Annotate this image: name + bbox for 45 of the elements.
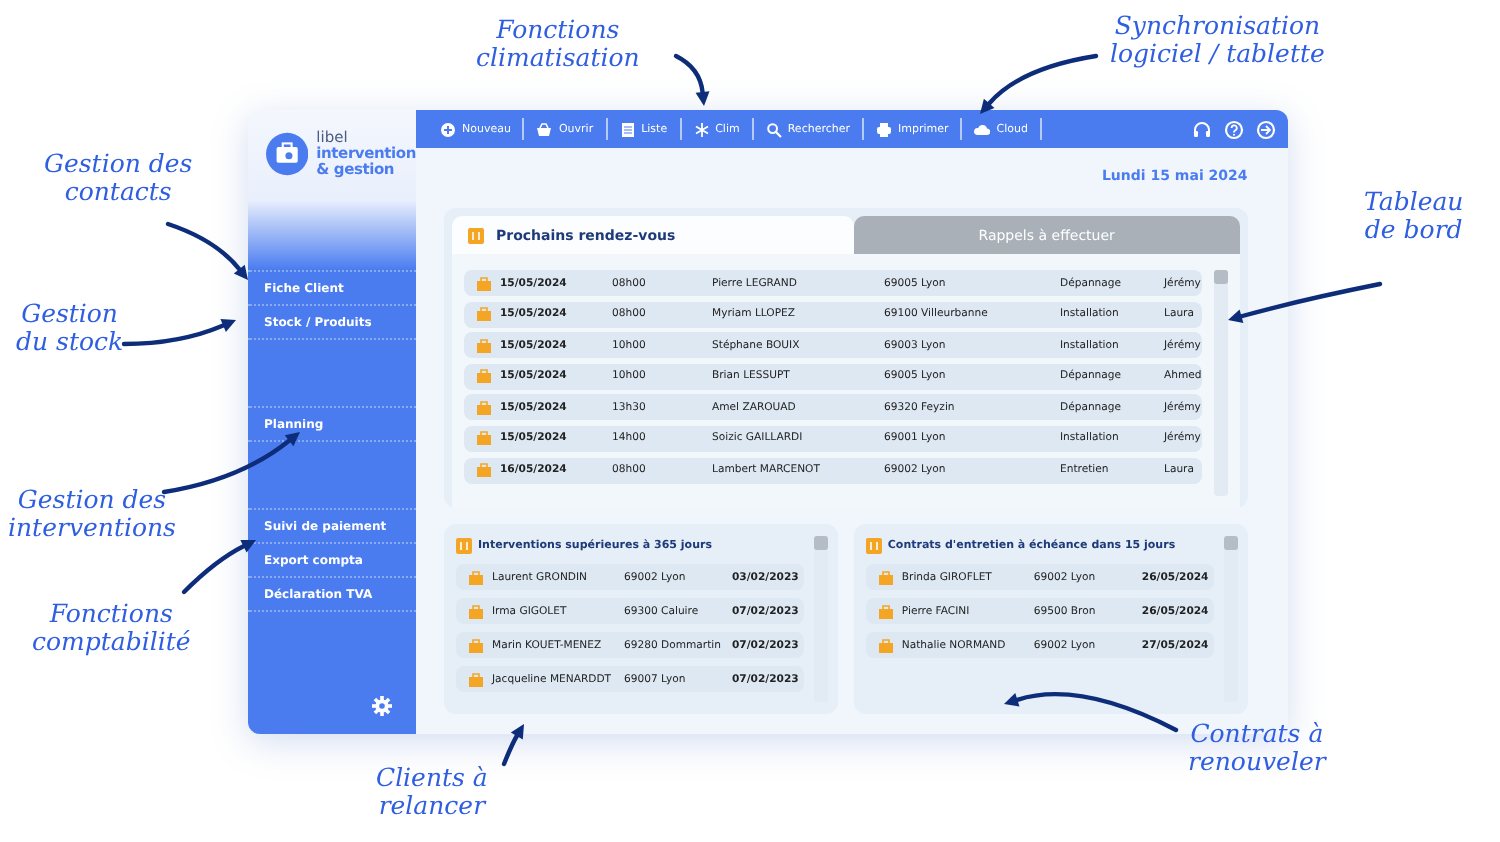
briefcase-icon [476,306,492,323]
annotation-text: Tableau de bord [1364,188,1464,244]
headset-icon [1191,119,1212,139]
annotation-text: Fonctions climatisation [476,16,640,72]
cloud-icon [974,121,991,137]
briefcase-icon [476,430,492,447]
arrow [161,432,300,495]
scrollbar[interactable] [813,536,828,702]
briefcase-icon [476,368,492,385]
briefcase-icon [468,671,484,687]
annotation-text: Contrats à renouveler [1188,720,1326,776]
briefcase-icon [468,637,484,653]
arrow [501,724,524,767]
search-icon [765,121,782,137]
briefcase-icon [476,275,492,291]
briefcase-icon [468,603,484,619]
basket-icon [536,121,553,137]
briefcase-icon [877,569,894,585]
briefcase-icon [476,462,492,479]
arrow [165,221,248,280]
annotation-text: Clients à relancer [376,764,488,820]
briefcase-icon [877,603,894,619]
scrollbar[interactable] [1223,536,1238,702]
plus-icon [440,121,456,137]
arrow [121,319,236,347]
briefcase-icon [476,337,492,354]
annotation-text: Fonctions comptabilité [32,600,191,656]
arrow [673,53,710,106]
briefcase-icon [476,399,492,416]
toolbox-logo-icon [266,130,309,178]
help-icon [1223,119,1244,139]
briefcase-icon [468,569,484,585]
scrollbar[interactable] [1213,270,1228,496]
list-icon [619,121,636,137]
settings-icon [372,696,392,716]
printer-icon [876,121,893,137]
annotation-text: Synchronisation logiciel / tablette [1110,12,1325,68]
arrow [181,540,256,595]
annotation-text: Gestion du stock [16,300,124,356]
arrow [980,53,1099,114]
snowflake-icon [693,121,710,137]
annotation-text: Gestion des interventions [8,486,176,542]
briefcase-icon [877,637,894,653]
annotation-text: Gestion des contacts [44,150,193,206]
exit-icon [1255,119,1276,139]
